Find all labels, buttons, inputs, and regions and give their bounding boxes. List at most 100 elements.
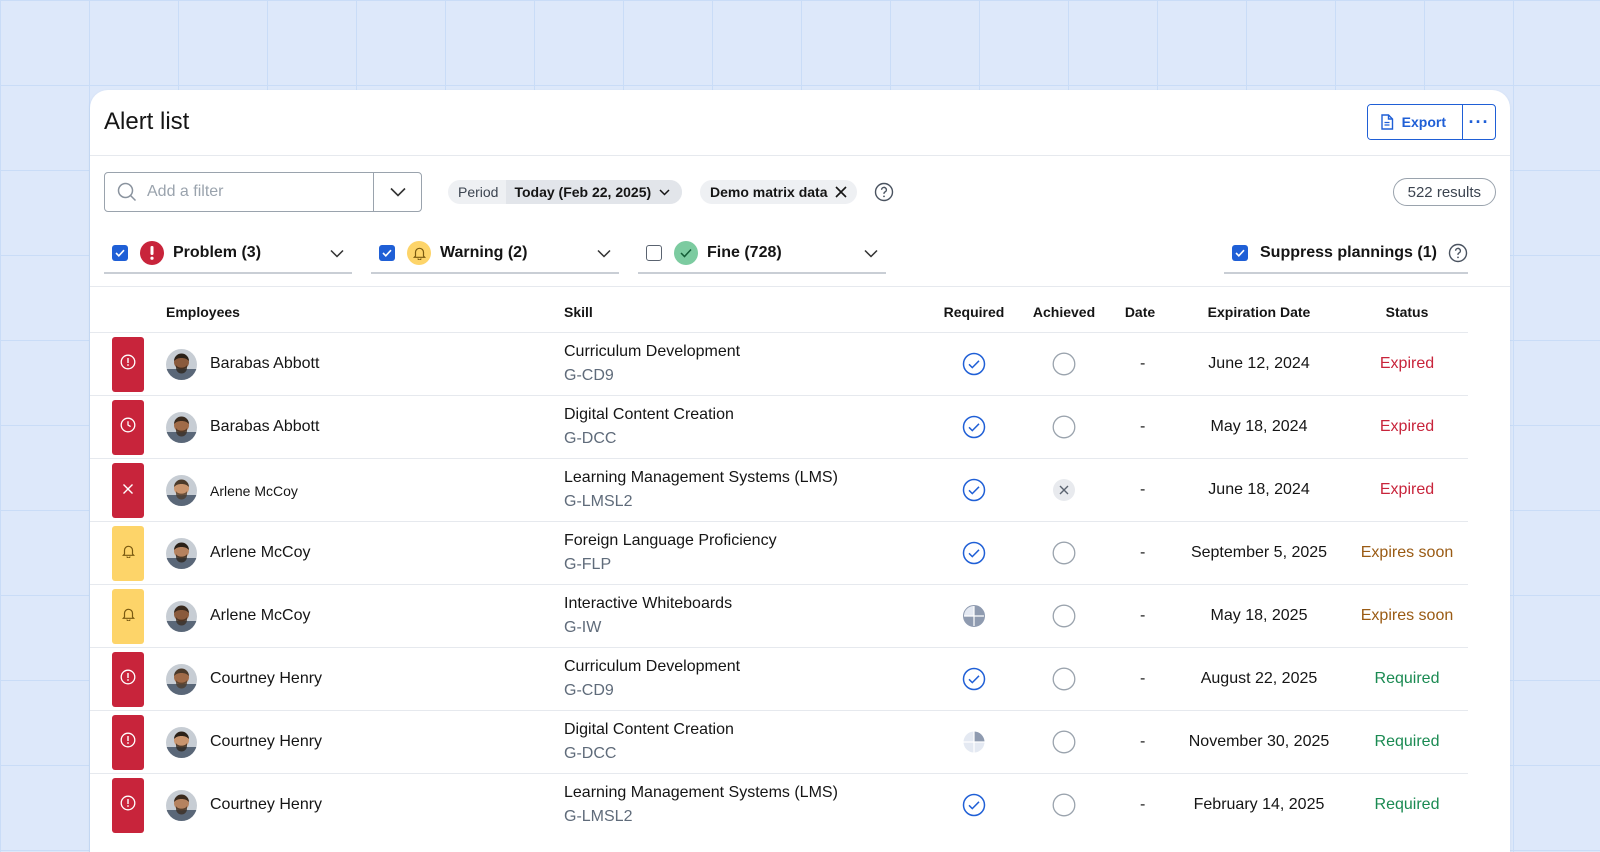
skill-name: Digital Content Creation xyxy=(564,406,734,423)
status-label: Required xyxy=(1374,670,1440,687)
exclamation-icon xyxy=(120,669,136,690)
more-options-button[interactable]: ··· xyxy=(1463,105,1495,139)
employee-name[interactable]: Arlene McCoy xyxy=(210,544,310,562)
expiration-date-value: August 22, 2025 xyxy=(1200,670,1318,687)
employee-name[interactable]: Arlene McCoy xyxy=(210,607,310,625)
avatar xyxy=(166,601,197,632)
category-filter-warning[interactable]: Warning (2) xyxy=(371,234,619,274)
achieved-empty-icon xyxy=(1052,541,1076,565)
skill-code: G-LMSL2 xyxy=(564,808,633,825)
required-check-icon xyxy=(962,793,986,817)
skill-code: G-DCC xyxy=(564,430,617,447)
period-value[interactable]: Today (Feb 22, 2025) xyxy=(506,180,683,204)
date-value: - xyxy=(1140,481,1146,498)
status-label: Expired xyxy=(1379,418,1435,435)
table-header: Employees Skill Required Achieved Date E… xyxy=(90,294,1510,332)
period-label: Period xyxy=(458,184,499,200)
column-header-status[interactable]: Status xyxy=(1386,304,1429,320)
required-indicator xyxy=(962,352,986,376)
skill-name: Learning Management Systems (LMS) xyxy=(564,784,838,801)
exclamation-icon xyxy=(120,354,136,375)
required-indicator xyxy=(962,667,986,691)
table-row[interactable]: Arlene McCoy Foreign Language Proficiency… xyxy=(90,521,1468,584)
employee-name[interactable]: Barabas Abbott xyxy=(210,418,319,436)
achieved-indicator xyxy=(1052,415,1076,439)
severity-indicator xyxy=(112,652,144,707)
table-row[interactable]: Barabas Abbott Digital Content Creation G-… xyxy=(90,395,1468,458)
achieved-empty-icon xyxy=(1052,667,1076,691)
severity-indicator xyxy=(112,337,144,392)
suppress-checkbox[interactable] xyxy=(1232,245,1248,261)
employee-name[interactable]: Courtney Henry xyxy=(210,670,322,688)
card-header: Alert list Export ··· xyxy=(90,90,1510,156)
required-check-icon xyxy=(962,352,986,376)
table-row[interactable]: Courtney Henry Learning Management System… xyxy=(90,773,1468,836)
employee-name[interactable]: Courtney Henry xyxy=(210,733,322,751)
expiration-date-value: May 18, 2024 xyxy=(1210,418,1308,435)
column-header-employees[interactable]: Employees xyxy=(166,304,240,320)
chevron-down-icon[interactable] xyxy=(864,249,878,258)
category-filter-problem[interactable]: Problem (3) xyxy=(104,234,352,274)
employee-name[interactable]: Courtney Henry xyxy=(210,796,322,814)
skill-name: Learning Management Systems (LMS) xyxy=(564,469,838,486)
page-title: Alert list xyxy=(104,108,190,135)
help-icon[interactable] xyxy=(874,182,894,202)
alert-list-card: Alert list Export ··· Add a filter Perio… xyxy=(90,90,1510,852)
fine-filter-label: Fine (728) xyxy=(707,244,782,261)
help-icon[interactable] xyxy=(1448,243,1468,263)
date-value: - xyxy=(1140,355,1146,372)
achieved-empty-icon xyxy=(1052,415,1076,439)
clock-icon xyxy=(120,417,136,438)
avatar xyxy=(166,538,197,569)
table-row[interactable]: Courtney Henry Digital Content Creation G-… xyxy=(90,710,1468,773)
column-header-skill[interactable]: Skill xyxy=(564,304,593,320)
avatar xyxy=(166,790,197,821)
date-value: - xyxy=(1140,418,1146,435)
divider xyxy=(90,286,1510,287)
table-row[interactable]: Barabas Abbott Curriculum Development G-CD… xyxy=(90,332,1468,395)
column-header-date[interactable]: Date xyxy=(1125,304,1155,320)
employee-name[interactable]: Arlene McCoy xyxy=(210,483,298,499)
filter-input[interactable]: Add a filter xyxy=(104,172,422,212)
skill-code: G-IW xyxy=(564,619,602,636)
fine-checkbox[interactable] xyxy=(646,245,662,261)
skill-name: Digital Content Creation xyxy=(564,721,734,738)
achieved-indicator xyxy=(1052,478,1076,502)
skill-code: G-LMSL2 xyxy=(564,493,633,510)
filter-dropdown-button[interactable] xyxy=(373,173,421,211)
period-filter[interactable]: Period Today (Feb 22, 2025) xyxy=(448,180,683,204)
chevron-down-icon[interactable] xyxy=(330,249,344,258)
expiration-date-value: June 12, 2024 xyxy=(1208,355,1310,372)
table-row[interactable]: Arlene McCoy Learning Management Systems … xyxy=(90,458,1468,521)
column-header-achieved[interactable]: Achieved xyxy=(1033,304,1095,320)
date-value: - xyxy=(1140,796,1146,813)
warning-filter-label: Warning (2) xyxy=(440,244,528,261)
status-label: Required xyxy=(1374,796,1440,813)
column-header-expiration-date[interactable]: Expiration Date xyxy=(1208,304,1311,320)
problem-checkbox[interactable] xyxy=(112,245,128,261)
expiration-date-value: June 18, 2024 xyxy=(1208,481,1310,498)
table-row[interactable]: Arlene McCoy Interactive Whiteboards G-IW -… xyxy=(90,584,1468,647)
chevron-down-icon[interactable] xyxy=(597,249,611,258)
required-check-icon xyxy=(962,415,986,439)
close-icon[interactable] xyxy=(835,186,848,198)
date-value: - xyxy=(1140,607,1146,624)
exclamation-icon xyxy=(120,732,136,753)
column-header-required[interactable]: Required xyxy=(944,304,1005,320)
required-check-icon xyxy=(962,478,986,502)
required-check-icon xyxy=(962,667,986,691)
expiration-date-value: September 5, 2025 xyxy=(1190,544,1328,561)
table-row[interactable]: Courtney Henry Curriculum Development G-CD… xyxy=(90,647,1468,710)
suppress-plannings-toggle[interactable]: Suppress plannings (1) xyxy=(1224,234,1468,274)
employee-name[interactable]: Barabas Abbott xyxy=(210,355,319,373)
status-label: Required xyxy=(1374,733,1440,750)
check-icon xyxy=(674,241,698,265)
category-filter-fine[interactable]: Fine (728) xyxy=(638,234,886,274)
achieved-indicator xyxy=(1052,604,1076,628)
achieved-empty-icon xyxy=(1052,793,1076,817)
avatar xyxy=(166,412,197,443)
export-button[interactable]: Export xyxy=(1367,105,1463,139)
severity-indicator xyxy=(112,778,144,833)
severity-indicator xyxy=(112,589,144,644)
warning-checkbox[interactable] xyxy=(379,245,395,261)
